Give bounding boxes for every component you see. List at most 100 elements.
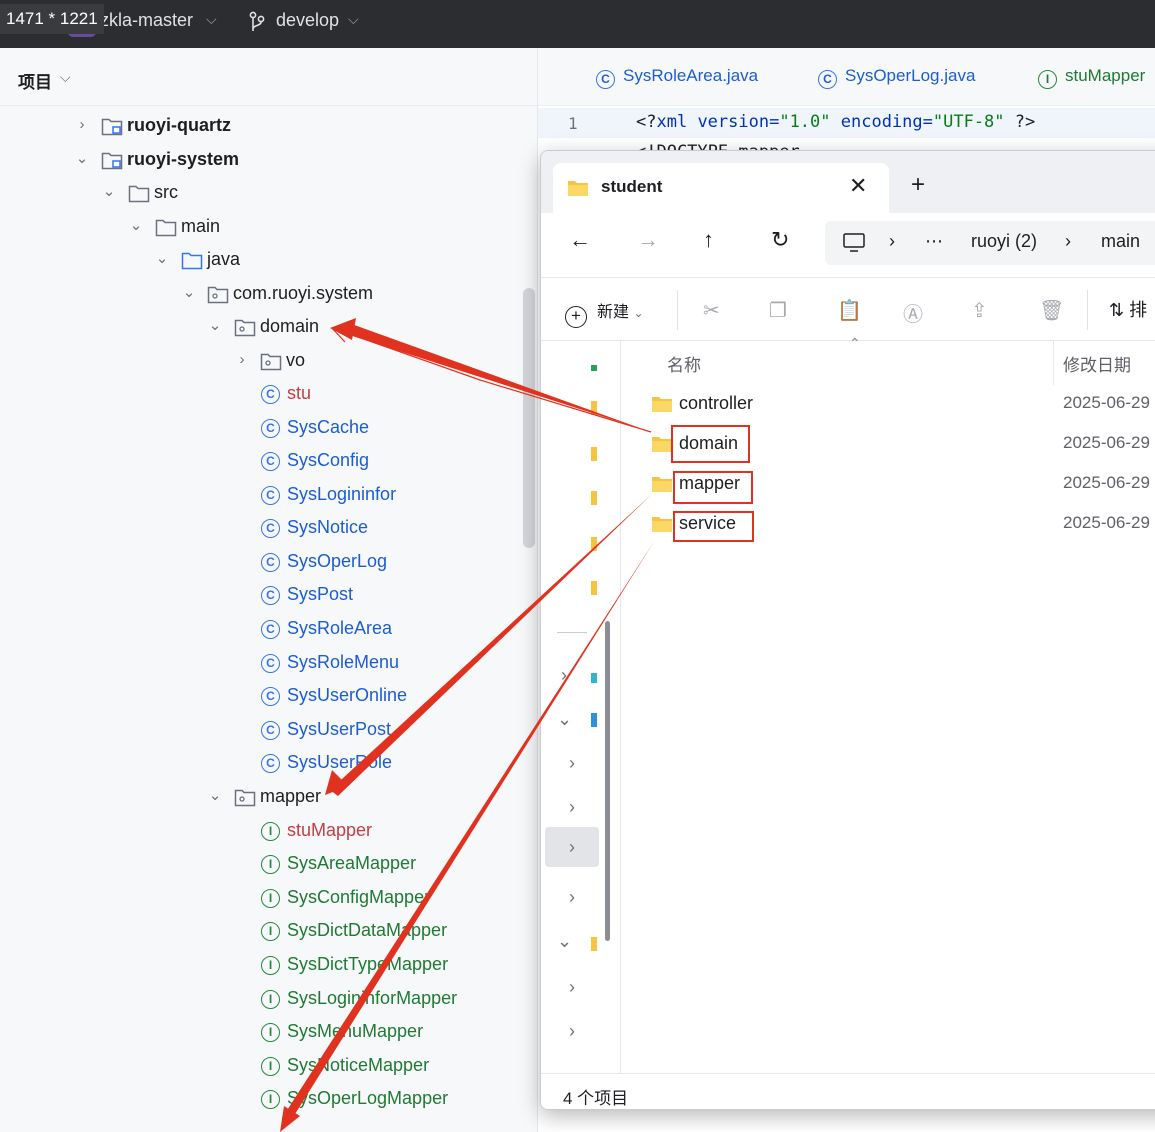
chevron-down-icon[interactable]: ⌄ xyxy=(557,931,572,952)
tree-node-mapper[interactable]: ⌄ mapper xyxy=(0,781,520,811)
tree-node-vo[interactable]: › vo xyxy=(0,345,520,375)
class-icon: C xyxy=(596,70,615,89)
tree-label: SysRoleArea xyxy=(287,618,393,638)
tree-node-class[interactable]: C SysPost xyxy=(0,579,520,609)
git-branch-name[interactable]: develop xyxy=(276,10,339,31)
folder-icon xyxy=(591,447,597,461)
column-header-name[interactable]: 名称 xyxy=(667,351,701,376)
editor-tab[interactable]: IstuMapper xyxy=(1038,66,1145,89)
editor-tab[interactable]: C SysRoleArea.java xyxy=(596,66,758,89)
chevron-right-icon[interactable]: › xyxy=(569,887,575,908)
file-list: ⌃ 名称 修改日期 controller 2025-06-29 domain 2… xyxy=(621,335,1155,1057)
package-icon xyxy=(234,789,256,807)
code-line[interactable]: <?xml version="1.0" encoding="UTF-8" ?> xyxy=(636,112,1035,132)
chevron-right-icon[interactable]: › xyxy=(569,837,575,858)
tree-node-class[interactable]: C SysLogininfor xyxy=(0,479,520,509)
tree-node-interface[interactable]: I SysMenuMapper xyxy=(0,1016,520,1046)
interface-icon: I xyxy=(261,1090,280,1109)
navigation-scrollbar[interactable] xyxy=(605,621,610,941)
project-pane-scrollbar[interactable] xyxy=(523,288,535,548)
tree-label: SysUserOnline xyxy=(287,685,408,705)
chevron-down-icon[interactable]: ⌵ xyxy=(348,11,359,28)
chevron-down-icon[interactable]: ⌄ xyxy=(155,244,169,274)
git-branch-icon[interactable] xyxy=(248,11,266,33)
back-arrow-icon[interactable]: ← xyxy=(569,227,591,253)
tree-node-interface[interactable]: I SysAreaMapper xyxy=(0,848,520,878)
chevron-right-icon[interactable]: › xyxy=(569,1021,575,1042)
paste-icon[interactable]: 📋 xyxy=(837,298,862,323)
tree-node-class[interactable]: C SysConfig xyxy=(0,445,520,475)
copy-icon[interactable]: ❐ xyxy=(769,298,787,323)
sort-button[interactable]: ⇅ 排 xyxy=(1109,296,1147,322)
class-icon: C xyxy=(261,721,280,740)
folder-icon xyxy=(568,181,588,196)
editor-tab[interactable]: C SysOperLog.java xyxy=(818,66,975,89)
tree-node-main[interactable]: ⌄ main xyxy=(0,211,520,241)
interface-icon: I xyxy=(261,990,280,1009)
tree-node-class[interactable]: C SysNotice xyxy=(0,512,520,542)
tree-node-class[interactable]: Cstu xyxy=(0,378,520,408)
chevron-right-icon[interactable]: › xyxy=(75,110,89,140)
breadcrumb-item[interactable]: ruoyi (2) xyxy=(971,231,1037,252)
close-icon[interactable]: ✕ xyxy=(849,173,867,199)
new-tab-icon[interactable]: + xyxy=(911,171,925,199)
column-divider[interactable] xyxy=(1053,341,1054,385)
tree-node-class[interactable]: C SysUserRole xyxy=(0,747,520,777)
file-row[interactable]: controller 2025-06-29 xyxy=(651,385,1155,425)
tree-label: SysConfigMapper xyxy=(287,887,431,907)
tree-node-domain[interactable]: ⌄ domain xyxy=(0,311,520,341)
tree-node-class[interactable]: C SysOperLog xyxy=(0,546,520,576)
new-button[interactable]: + 新建 ⌄ xyxy=(565,298,644,328)
breadcrumb-item[interactable]: main xyxy=(1101,231,1140,252)
chevron-down-icon[interactable]: ⌄ xyxy=(208,311,222,341)
project-name[interactable]: zkla-master xyxy=(100,10,193,31)
chevron-down-icon[interactable]: ⌄ xyxy=(208,781,222,811)
rename-icon[interactable]: Ⓐ xyxy=(903,298,923,327)
tree-node-interface[interactable]: I SysDictTypeMapper xyxy=(0,949,520,979)
refresh-icon[interactable]: ↻ xyxy=(771,227,789,253)
address-bar[interactable]: › ⋯ ruoyi (2) › main xyxy=(825,221,1155,265)
chevron-down-icon[interactable]: ⌄ xyxy=(102,177,116,207)
plus-icon: + xyxy=(565,306,587,328)
chevron-down-icon[interactable]: ⌄ xyxy=(557,709,572,730)
tree-node-ruoyi-quartz[interactable]: › ruoyi-quartz xyxy=(0,110,520,140)
tree-node-interface[interactable]: I SysConfigMapper xyxy=(0,882,520,912)
chevron-right-icon[interactable]: › xyxy=(569,797,575,818)
tree-node-interface[interactable]: I SysNoticeMapper xyxy=(0,1050,520,1080)
up-arrow-icon[interactable]: ↑ xyxy=(703,227,714,253)
tree-node-src[interactable]: ⌄ src xyxy=(0,177,520,207)
tree-node-package[interactable]: ⌄ com.ruoyi.system xyxy=(0,278,520,308)
folder-icon xyxy=(652,437,672,452)
tree-node-class[interactable]: C SysUserPost xyxy=(0,714,520,744)
explorer-nav-bar: ← → ↑ ↻ › ⋯ ruoyi (2) › main xyxy=(541,213,1155,277)
tree-node-interface[interactable]: I SysOperLogMapper xyxy=(0,1083,520,1113)
tree-node-ruoyi-system[interactable]: ⌄ ruoyi-system xyxy=(0,144,520,174)
column-header-modified[interactable]: 修改日期 xyxy=(1063,351,1131,376)
tree-node-java[interactable]: ⌄ java xyxy=(0,244,520,274)
tree-node-class[interactable]: C SysCache xyxy=(0,412,520,442)
chevron-right-icon[interactable]: › xyxy=(569,977,575,998)
explorer-tab[interactable]: student ✕ xyxy=(553,163,889,213)
more-icon[interactable]: ⋯ xyxy=(925,231,943,252)
tree-node-interface[interactable]: IstuMapper xyxy=(0,815,520,845)
tree-node-class[interactable]: C SysRoleMenu xyxy=(0,647,520,677)
chevron-right-icon[interactable]: › xyxy=(235,345,249,375)
chevron-down-icon[interactable]: ⌵ xyxy=(60,69,71,86)
chevron-down-icon[interactable]: ⌄ xyxy=(129,211,143,241)
tree-label: SysCache xyxy=(287,417,370,437)
chevron-down-icon[interactable]: ⌵ xyxy=(206,11,217,28)
delete-icon[interactable]: 🗑 xyxy=(1039,298,1064,323)
chevron-right-icon[interactable]: › xyxy=(561,665,567,686)
project-pane-title[interactable]: 项目 xyxy=(18,68,52,93)
chevron-down-icon[interactable]: ⌄ xyxy=(182,278,196,308)
tree-node-class[interactable]: C SysUserOnline xyxy=(0,680,520,710)
cut-icon[interactable]: ✂ xyxy=(703,298,720,323)
tree-label: SysRoleMenu xyxy=(287,652,400,672)
chevron-right-icon[interactable]: › xyxy=(569,753,575,774)
forward-arrow-icon[interactable]: → xyxy=(637,227,659,253)
chevron-down-icon[interactable]: ⌄ xyxy=(75,144,89,174)
share-icon[interactable]: ⇪ xyxy=(971,298,988,323)
tree-node-interface[interactable]: I SysLogininforMapper xyxy=(0,983,520,1013)
tree-node-class[interactable]: C SysRoleArea xyxy=(0,613,520,643)
tree-node-interface[interactable]: I SysDictDataMapper xyxy=(0,915,520,945)
